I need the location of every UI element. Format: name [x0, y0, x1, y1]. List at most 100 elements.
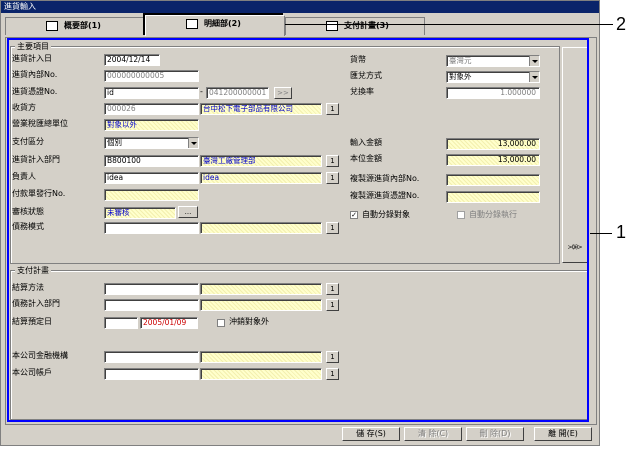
fx-method-value: 對象外 [449, 72, 472, 81]
pay-method-lookup-button[interactable]: 1 [326, 283, 339, 295]
side-expand-button[interactable]: >>> (I) [562, 47, 588, 263]
document-icon [186, 18, 198, 29]
voucher-forward-button[interactable]: >> [274, 87, 292, 99]
bank-code-field[interactable] [104, 351, 199, 363]
tab-summary-label: 概要部(1) [64, 21, 101, 30]
account-label: 本公司帳戶 [12, 368, 52, 377]
voucher-prefix-field[interactable]: id [104, 87, 199, 99]
debt-mode-name-field [200, 222, 322, 234]
close-button[interactable]: 離 開(E) [534, 427, 592, 441]
pay-slip-field [104, 189, 199, 201]
due-date-label: 結算預定日 [12, 317, 52, 326]
offset-checkbox[interactable] [217, 319, 225, 327]
pay-method-name-field [200, 283, 322, 295]
pay-method-code-field[interactable] [104, 283, 199, 295]
pay-slip-label: 付款單發行No. [12, 189, 66, 198]
owner-name-field: idea [200, 172, 322, 184]
clear-button[interactable]: 清 除(C) [404, 427, 462, 441]
callout-line-2 [283, 24, 613, 25]
currency-label: 貨幣 [350, 55, 366, 64]
internal-no-field: 000000000005 [104, 70, 199, 82]
purchase-date-field[interactable]: 2004/12/14 [104, 54, 160, 66]
debt-dept-code-field[interactable] [104, 299, 199, 311]
fx-method-select[interactable]: 對象外 [446, 71, 540, 83]
tab-payment-plan-label: 支付計畫(3) [344, 21, 389, 30]
audit-more-button[interactable]: ... [178, 206, 198, 218]
debt-dept-label: 債務計入部門 [12, 299, 60, 308]
currency-select[interactable]: 臺灣元 [446, 55, 540, 67]
debt-dept-name-field [200, 299, 322, 311]
debt-dept-lookup-button[interactable]: 1 [326, 299, 339, 311]
tab-summary[interactable]: 概要部(1) [5, 17, 145, 35]
due-date-field[interactable]: 2005/01/09 [140, 317, 198, 329]
debt-mode-label: 債務模式 [12, 222, 44, 231]
tab-detail-label: 明細部(2) [204, 19, 241, 28]
tax-unit-label: 營業稅匯總單位 [12, 119, 68, 128]
copy-internal-label: 複製源進貨內部No. [350, 174, 420, 183]
vendor-label: 收貨方 [12, 103, 36, 112]
main-items-legend: 主要項目 [15, 41, 51, 52]
dept-lookup-button[interactable]: 1 [326, 155, 339, 167]
copy-internal-field [446, 174, 540, 186]
window-title: 進貨輸入 [1, 1, 599, 13]
debt-mode-lookup-button[interactable]: 1 [326, 222, 339, 234]
bank-label: 本公司金融機構 [12, 351, 68, 360]
book-icon [46, 20, 58, 31]
chevron-down-icon[interactable] [188, 138, 198, 148]
currency-value: 臺灣元 [449, 56, 472, 65]
debt-mode-code-field[interactable] [104, 222, 199, 234]
callout-number-2: 2 [616, 14, 627, 34]
tab-strip: 概要部(1) 明細部(2) 支付計畫(3) [3, 15, 599, 36]
vendor-name-field: 台中松下電子部品有限公司 [200, 103, 322, 115]
audit-label: 審核狀態 [12, 207, 44, 216]
owner-label: 負責人 [12, 172, 36, 181]
due-days-field[interactable] [104, 317, 138, 329]
pay-type-select[interactable]: 個別 [104, 137, 199, 149]
delete-button[interactable]: 刪 除(D) [466, 427, 524, 441]
bank-name-field [200, 351, 322, 363]
in-amount-field: 13,000.00 [446, 138, 540, 150]
chevron-down-icon[interactable] [529, 72, 539, 82]
owner-lookup-button[interactable]: 1 [326, 172, 339, 184]
auto-exec-checkbox [457, 211, 465, 219]
in-amount-label: 輸入金額 [350, 138, 382, 147]
account-code-field[interactable] [104, 368, 199, 380]
vendor-lookup-button[interactable]: 1 [326, 103, 339, 115]
pay-type-label: 支付區分 [12, 137, 44, 146]
payment-plan-legend: 支付計畫 [15, 265, 51, 276]
auto-split-label: 自動分錄對象 [362, 210, 410, 219]
local-amount-label: 本位金額 [350, 154, 382, 163]
tab-payment-plan[interactable]: 支付計畫(3) [285, 17, 425, 35]
callout-line-1 [590, 233, 612, 234]
fx-method-label: 匯兌方式 [350, 71, 382, 80]
dept-label: 進貨計入部門 [12, 155, 60, 164]
vendor-code-field[interactable]: 000026 [104, 103, 199, 115]
auto-exec-label: 自動分錄執行 [469, 210, 517, 219]
side-button-label: (I) [571, 244, 579, 251]
voucher-no-field[interactable]: 041200000001 [206, 87, 269, 99]
chevron-down-icon[interactable] [529, 56, 539, 66]
pay-type-value: 個別 [107, 138, 122, 147]
save-button[interactable]: 儲 存(S) [342, 427, 400, 441]
fx-rate-field[interactable]: 1.000000 [446, 87, 540, 99]
bank-lookup-button[interactable]: 1 [326, 351, 339, 363]
copy-voucher-label: 複製源進貨憑證No. [350, 191, 420, 200]
audit-status-field: 未審核 [104, 207, 176, 219]
tab-detail[interactable]: 明細部(2) [145, 15, 285, 36]
dept-code-field[interactable]: B800100 [104, 155, 199, 167]
tax-unit-field: 對象以外 [104, 119, 199, 131]
auto-split-checkbox[interactable]: ✓ [350, 211, 358, 219]
fx-rate-label: 兌換率 [350, 87, 374, 96]
copy-voucher-field [446, 191, 540, 203]
purchase-date-label: 進貨計入日 [12, 54, 52, 63]
owner-code-field[interactable]: idea [104, 172, 199, 184]
callout-number-1: 1 [616, 222, 627, 242]
account-lookup-button[interactable]: 1 [326, 368, 339, 380]
offset-label: 沖銷對象外 [229, 317, 269, 326]
voucher-no-label: 進貨憑證No. [12, 87, 58, 96]
bottom-toolbar: 儲 存(S) 清 除(C) 刪 除(D) 離 開(E) [4, 424, 596, 444]
computer-icon [326, 20, 338, 31]
internal-no-label: 進貨內部No. [12, 70, 58, 79]
local-amount-field: 13,000.00 [446, 154, 540, 166]
pay-method-label: 結算方法 [12, 283, 44, 292]
